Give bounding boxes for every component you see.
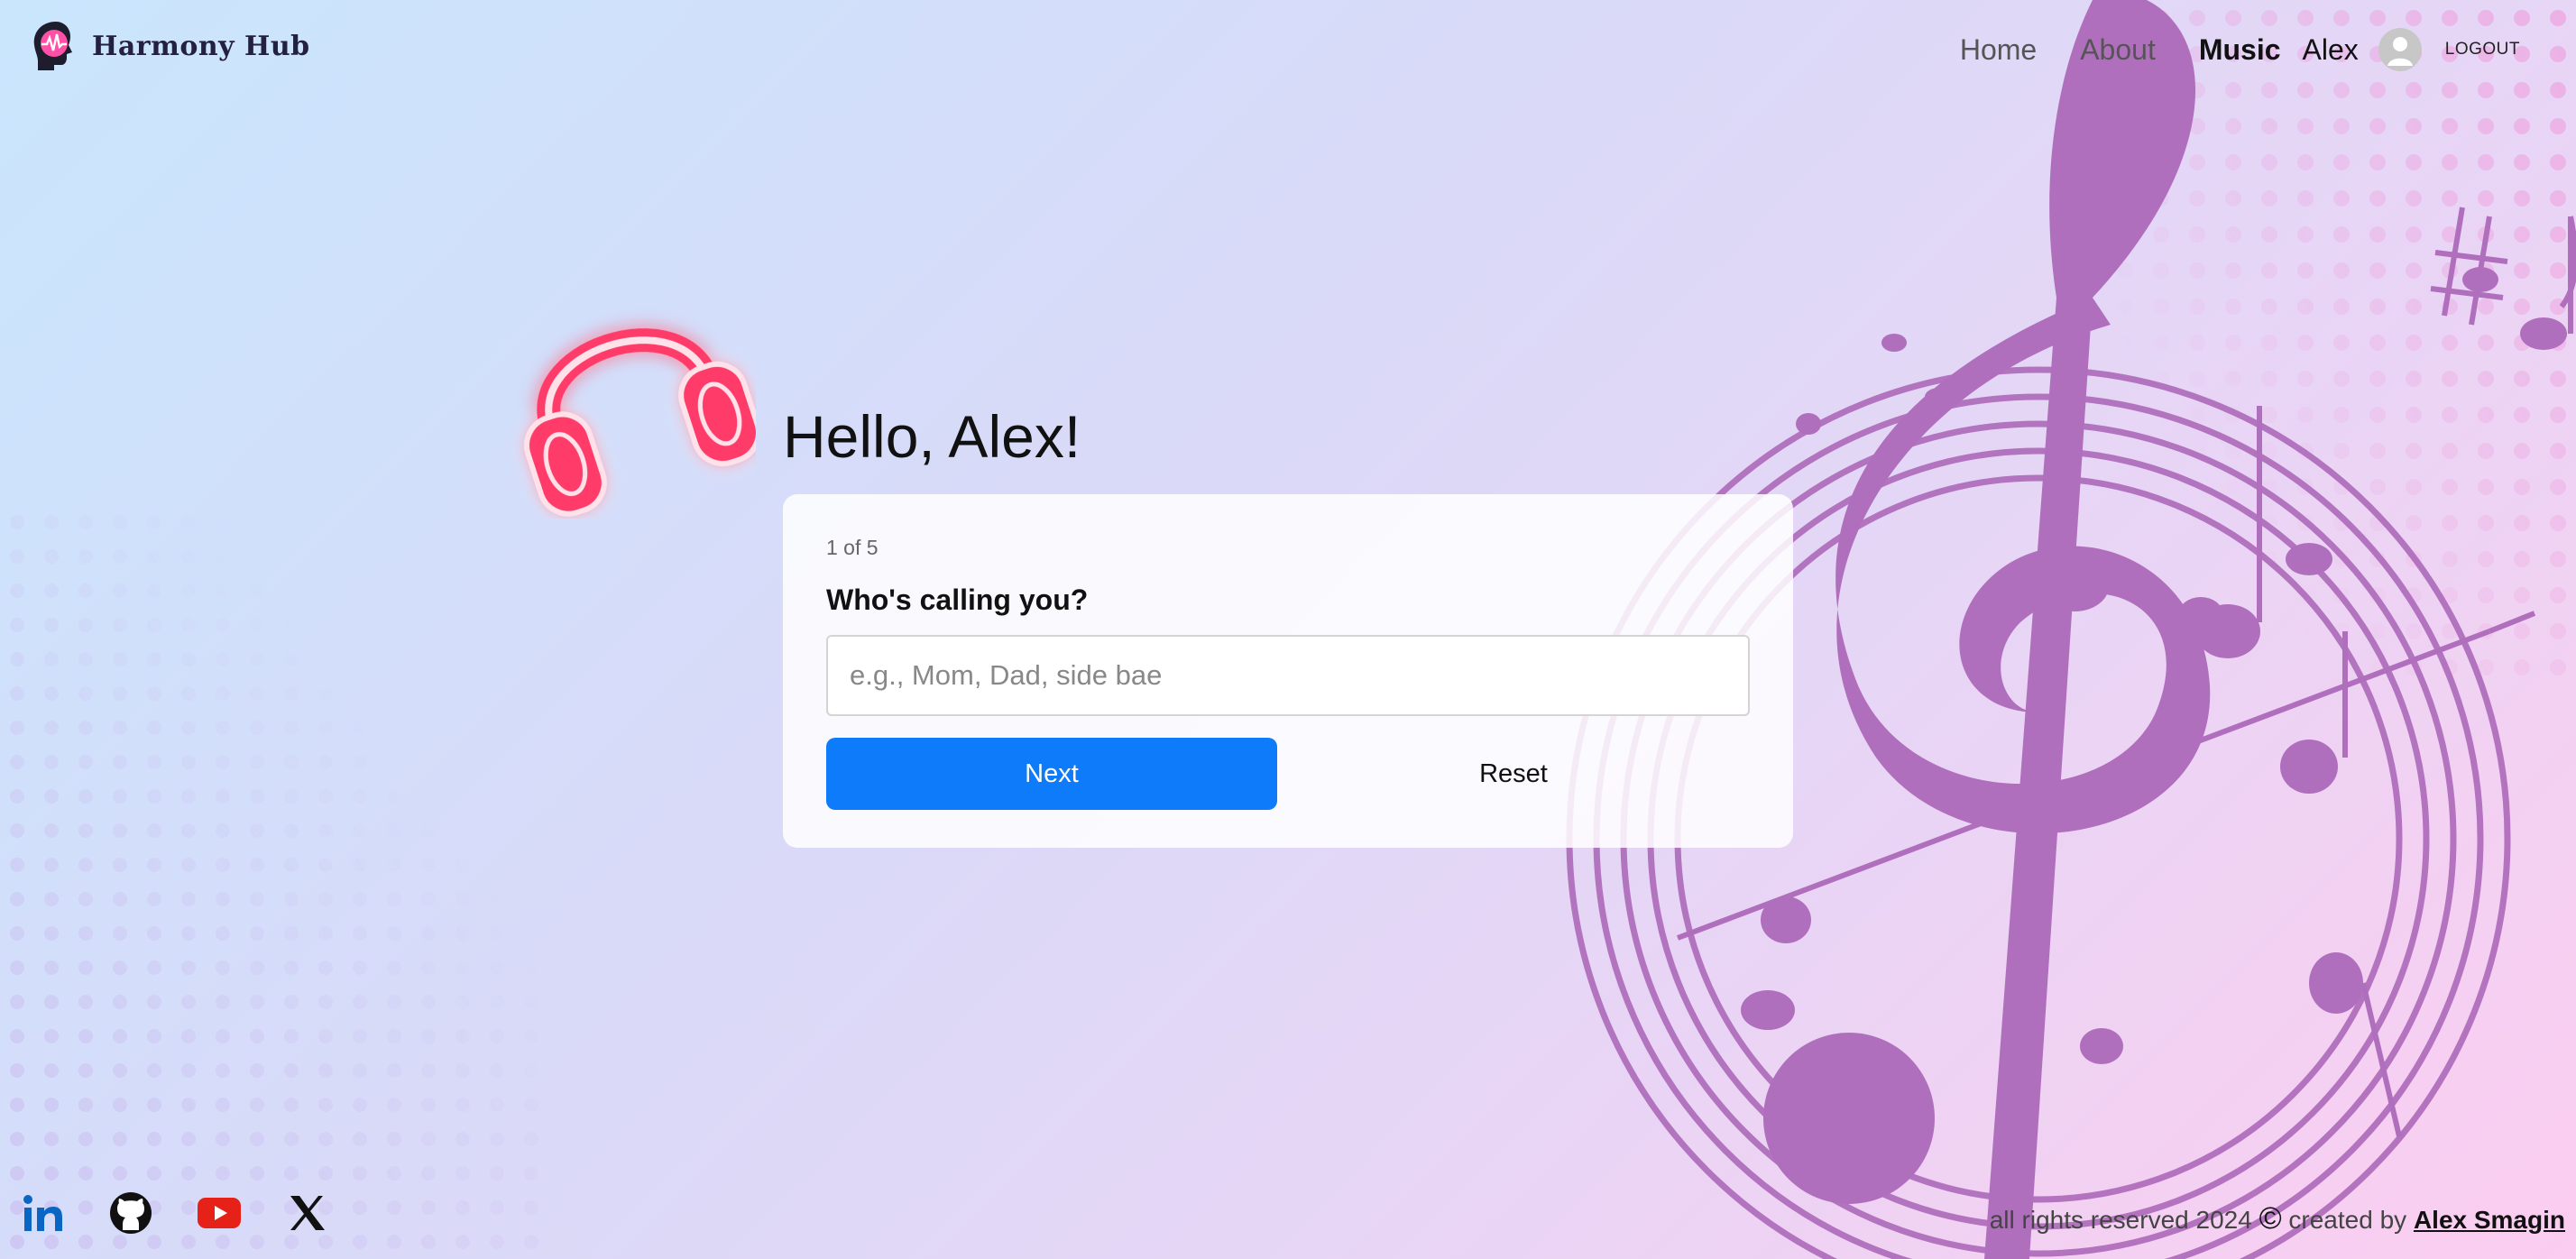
user-icon xyxy=(2387,37,2413,66)
step-indicator: 1 of 5 xyxy=(826,536,879,559)
github-link[interactable] xyxy=(108,1190,153,1236)
created-by-text: created by xyxy=(2288,1206,2407,1234)
copyright-text: all rights reserved 2024 xyxy=(1989,1206,2252,1234)
linkedin-icon xyxy=(23,1195,62,1231)
youtube-link[interactable] xyxy=(197,1190,242,1236)
x-icon xyxy=(290,1196,325,1230)
brand-logo[interactable]: Harmony Hub xyxy=(31,20,310,72)
github-icon xyxy=(110,1192,152,1234)
question-label: Who's calling you? xyxy=(826,584,1089,616)
form-actions: Next Reset xyxy=(826,738,1750,810)
nav-home[interactable]: Home xyxy=(1960,33,2037,67)
greeting-heading: Hello, Alex! xyxy=(783,403,1081,470)
question-card: 1 of 5 Who's calling you? Next Reset xyxy=(783,494,1793,848)
head-pulse-icon xyxy=(33,22,72,70)
nav-music[interactable]: Music xyxy=(2199,33,2281,67)
top-navigation: Home About Music Alex LOGOUT xyxy=(1960,0,2576,99)
avatar[interactable] xyxy=(2378,28,2422,71)
linkedin-link[interactable] xyxy=(20,1190,65,1236)
social-links xyxy=(20,1190,330,1236)
nav-about[interactable]: About xyxy=(2080,33,2156,67)
youtube-icon xyxy=(198,1198,241,1228)
x-link[interactable] xyxy=(285,1190,330,1236)
headphones-icon xyxy=(523,328,756,517)
next-button[interactable]: Next xyxy=(826,738,1277,810)
user-name: Alex xyxy=(2302,32,2359,66)
decorative-dots-left xyxy=(0,505,541,1259)
copyright-symbol: © xyxy=(2259,1201,2282,1236)
footer-credits: all rights reserved 2024 © created by Al… xyxy=(1990,1201,2565,1236)
author-link[interactable]: Alex Smagin xyxy=(2414,1206,2565,1234)
reset-button[interactable]: Reset xyxy=(1277,738,1750,810)
brand-name: Harmony Hub xyxy=(92,30,310,62)
caller-name-input[interactable] xyxy=(826,635,1750,716)
logout-button[interactable]: LOGOUT xyxy=(2445,40,2520,60)
